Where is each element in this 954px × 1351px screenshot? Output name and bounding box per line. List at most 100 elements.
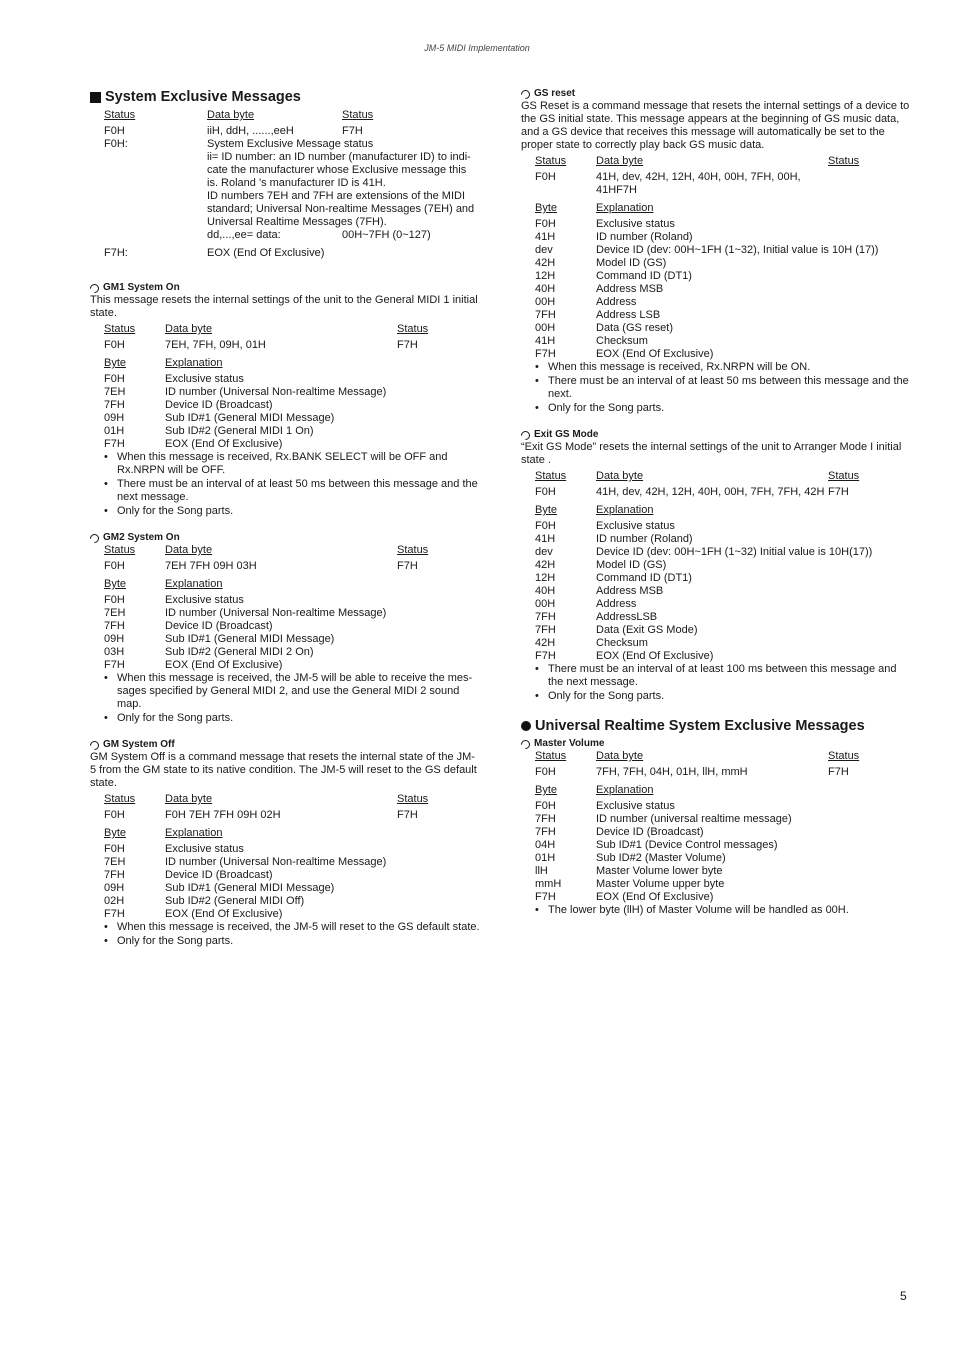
table-row: F0H Exclusive status [104,843,244,855]
message-table: Status Data byte Status F0H 41H, dev, 42H, 1… [535,470,888,663]
table-row: 42H Model ID (GS) [535,559,667,571]
circle-bullet-icon [519,737,532,751]
col-header: Status [535,155,567,167]
table-row: 41H Checksum [535,335,648,347]
table-row: 01H Sub ID#2 (Master Volume) [535,852,726,864]
section-title: GM2 System On [88,531,480,545]
table-row: 7FH Device ID (Broadcast) [104,869,273,881]
col-header: Data byte [207,109,255,121]
f0-description: System Exclusive Message status ii= ID n… [207,138,475,228]
col-header: Status [104,323,136,335]
col-header: Status [397,544,429,556]
col-header: Status [535,750,567,762]
table-row: F7H EOX (End Of Exclusive) [535,891,714,903]
circle-bullet-icon [88,738,101,752]
table-row: 02H Sub ID#2 (General MIDI Off) [104,895,305,907]
exit-gs-section: Exit GS Mode “Exit GS Mode” resets the in… [519,428,911,703]
col-header: Explanation [596,202,654,214]
col-header: Explanation [165,357,223,369]
table-row: F0H: System Exclusive Message status ii=… [104,138,475,228]
col-header: Explanation [596,784,654,796]
table-row: 03H Sub ID#2 (General MIDI 2 On) [104,646,314,658]
col-header: Status [104,793,136,805]
notes-list: The lower byte (llH) of Master Volume wi… [535,904,911,917]
table-row: F0H 7EH 7FH 09H 03H F7H [104,560,418,572]
left-column: System Exclusive Messages Status Data by… [88,88,480,962]
list-item: There must be an interval of at least 50… [104,478,480,504]
table-row: 7FH Data (Exit GS Mode) [535,624,698,636]
table-row: 04H Sub ID#1 (Device Control messages) [535,839,778,851]
sysex-section: System Exclusive Messages Status Data by… [90,88,480,260]
gs-reset-section: GS reset GS Reset is a command message th… [519,87,911,415]
table-row: F0H Exclusive status [535,800,675,812]
master-volume-section: Master Volume Status Data byte Status F0H 7FH… [519,737,911,917]
gm-off-section: GM System Off GM System Off is a command … [88,738,480,948]
list-item: The lower byte (llH) of Master Volume wi… [535,904,911,917]
section-description: This message resets the internal setting… [90,294,478,319]
table-row: 7EH ID number (Universal Non-realtime Mes… [104,856,387,868]
list-item: When this message is received, Rx.NRPN w… [535,361,911,374]
table-row: 09H Sub ID#1 (General MIDI Message) [104,412,335,424]
section-title: Master Volume [519,737,911,751]
list-item: Only for the Song parts. [104,505,480,518]
table-row: dev Device ID (dev: 00H~1FH (1~32), Initi… [535,244,879,256]
list-item: When this message is received, the JM-5 … [104,672,480,711]
col-header: Byte [535,504,558,516]
table-row: 00H Address [535,296,637,308]
gm2-section: GM2 System On Status Data byte Status F0H 7EH… [88,531,480,725]
list-item: There must be an interval of at least 10… [535,663,911,689]
circle-bullet-icon [88,281,101,295]
list-item: When this message is received, Rx.BANK S… [104,451,480,477]
square-bullet-icon [90,91,101,103]
circle-bullet-icon [88,531,101,545]
gm1-section: GM1 System On This message resets the int… [88,281,480,518]
table-row: 7FH AddressLSB [535,611,658,623]
col-header: Status [828,155,860,167]
table-row: 41H ID number (Roland) [535,231,693,243]
circle-bullet-icon [519,428,532,442]
message-table: Status Data byte Status F0H 41H, dev, 42H, 1… [535,155,888,361]
list-item: Only for the Song parts. [535,402,911,415]
table-row: F7H EOX (End Of Exclusive) [535,348,714,360]
universal-heading: Universal Realtime System Exclusive Mess… [521,717,911,735]
section-title: GM System Off [88,738,480,752]
list-item: Only for the Song parts. [104,712,480,725]
table-row: 40H Address MSB [535,283,664,295]
section-title: GM1 System On [88,281,480,295]
right-column: GS reset GS Reset is a command message th… [519,87,911,931]
col-header: Status [104,544,136,556]
col-header: Byte [104,357,127,369]
col-header: Byte [104,578,127,590]
notes-list: When this message is received, the JM-5 … [104,921,480,948]
table-row: 00H Address [535,598,637,610]
table-row: 41H ID number (Roland) [535,533,693,545]
table-row: 7EH ID number (Universal Non-realtime Mes… [104,607,387,619]
table-row: F7H EOX (End Of Exclusive) [535,650,714,662]
col-header: Data byte [165,793,213,805]
table-row: dev Device ID (dev: 00H~1FH (1~32) Initia… [535,546,873,558]
table-row: 12H Command ID (DT1) [535,572,692,584]
col-header: Data byte [165,544,213,556]
col-header: Data byte [165,323,213,335]
col-header: Explanation [165,578,223,590]
col-header: Status [397,793,429,805]
table-row: 7FH Device ID (Broadcast) [104,399,273,411]
table-row: 42H Checksum [535,637,648,649]
message-table: Status Data byte Status F0H 7FH, 7FH, 04H, 0… [535,750,888,904]
table-row: mmH Master Volume upper byte [535,878,725,890]
table-row: F7H: EOX (End Of Exclusive) [104,247,325,259]
table-row: 40H Address MSB [535,585,664,597]
table-row: 00H Data (GS reset) [535,322,674,334]
running-head: JM-5 MIDI Implementation [424,43,530,53]
table-row: 7FH Device ID (Broadcast) [535,826,704,838]
col-header: Byte [535,784,558,796]
col-header: Data byte [596,750,644,762]
table-row: F0H Exclusive status [535,218,675,230]
notes-list: There must be an interval of at least 10… [535,663,911,703]
section-description: GM System Off is a command message that … [90,751,477,789]
section-description: “Exit GS Mode” resets the internal setti… [521,441,902,466]
col-header: Explanation [596,504,654,516]
table-row: 7FH Address LSB [535,309,661,321]
sysex-table: Status Data byte Status F0H iiH, ddH, ..… [104,109,474,260]
col-header: Status [104,109,136,121]
